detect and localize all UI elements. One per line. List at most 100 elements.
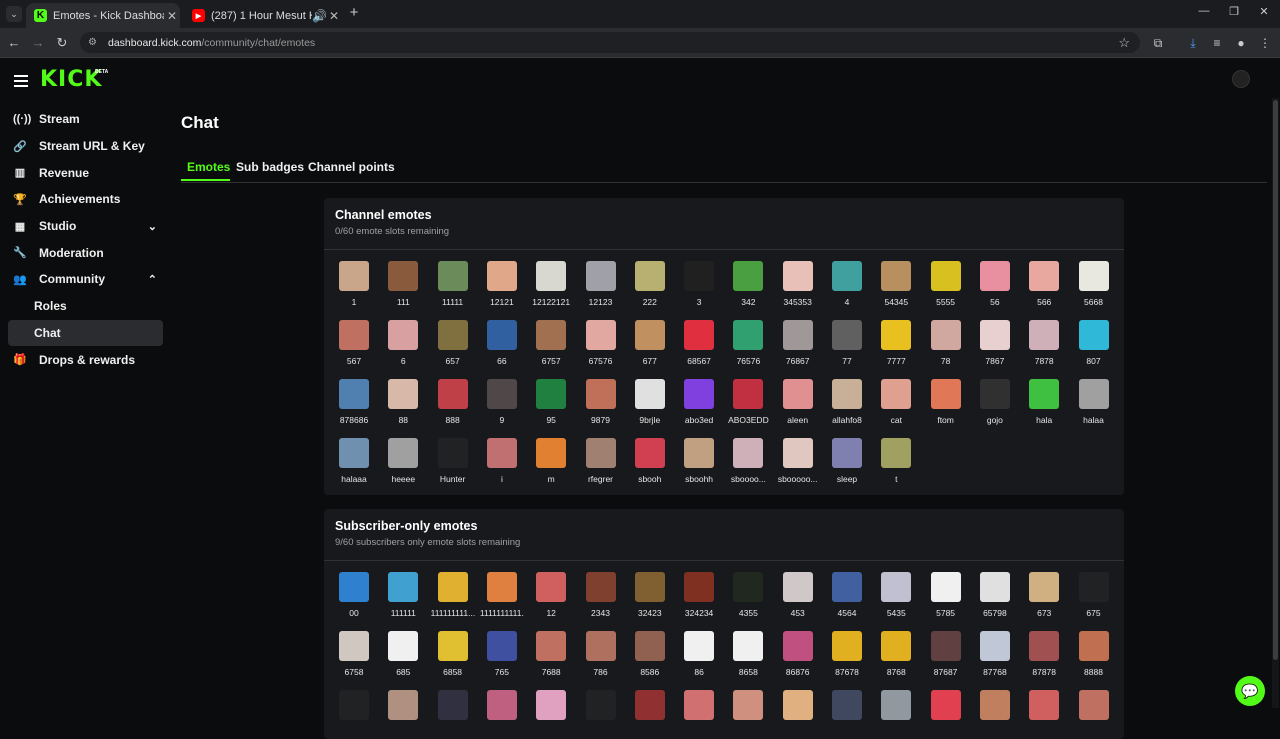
kick-logo[interactable]: KICK: [40, 67, 102, 92]
extensions-icon[interactable]: ⧉: [1150, 35, 1166, 51]
url-field[interactable]: ⚙ dashboard.kick.com/community/chat/emot…: [80, 32, 1140, 53]
emote-item[interactable]: [381, 690, 425, 726]
emote-item[interactable]: 77: [825, 320, 869, 366]
emote-item[interactable]: 765: [480, 631, 524, 677]
emote-item[interactable]: t: [874, 438, 918, 484]
back-icon[interactable]: ←: [6, 35, 22, 51]
emote-item[interactable]: [677, 690, 721, 726]
sidebar-item-moderation[interactable]: 🔧 Moderation: [8, 239, 163, 266]
sidebar-item-community[interactable]: 👥 Community ⌃: [8, 266, 163, 293]
chevron-down-icon[interactable]: ⌄: [148, 220, 157, 233]
restore-icon[interactable]: ❐: [1223, 5, 1245, 18]
emote-item[interactable]: 345353: [776, 261, 820, 307]
emote-item[interactable]: 95: [529, 379, 573, 425]
tab-emotes[interactable]: Emotes: [187, 160, 230, 174]
emote-item[interactable]: [332, 690, 376, 726]
emote-item[interactable]: 9brjle: [628, 379, 672, 425]
emote-item[interactable]: 6758: [332, 631, 376, 677]
emote-item[interactable]: abo3ed: [677, 379, 721, 425]
emote-item[interactable]: rfegrer: [579, 438, 623, 484]
emote-item[interactable]: sbooh: [628, 438, 672, 484]
emote-item[interactable]: [1022, 690, 1066, 726]
sidebar-item-stream[interactable]: ((·)) Stream: [8, 106, 163, 133]
emote-item[interactable]: [776, 690, 820, 726]
emote-item[interactable]: [529, 690, 573, 726]
sidebar-item-drops-rewards[interactable]: 🎁 Drops & rewards: [8, 346, 163, 373]
emote-item[interactable]: ABO3EDD: [726, 379, 770, 425]
sidebar-item-revenue[interactable]: ▥ Revenue: [8, 159, 163, 186]
close-icon[interactable]: ✕: [164, 9, 180, 23]
emote-item[interactable]: 12123: [579, 261, 623, 307]
emote-item[interactable]: 00: [332, 572, 376, 618]
emote-item[interactable]: [825, 690, 869, 726]
emote-item[interactable]: 5785: [924, 572, 968, 618]
emote-item[interactable]: [628, 690, 672, 726]
emote-item[interactable]: 675: [1072, 572, 1116, 618]
emote-item[interactable]: 86876: [776, 631, 820, 677]
emote-item[interactable]: 453: [776, 572, 820, 618]
emote-item[interactable]: [726, 690, 770, 726]
emote-item[interactable]: 888: [431, 379, 475, 425]
sidebar-item-chat[interactable]: Chat: [8, 319, 163, 347]
emote-item[interactable]: 5435: [874, 572, 918, 618]
window-close-icon[interactable]: ✕: [1253, 5, 1275, 18]
emote-item[interactable]: 54345: [874, 261, 918, 307]
emote-item[interactable]: 12121: [480, 261, 524, 307]
emote-item[interactable]: m: [529, 438, 573, 484]
scrollbar-thumb[interactable]: [1273, 100, 1278, 660]
emote-item[interactable]: 324234: [677, 572, 721, 618]
sidebar-item-roles[interactable]: Roles: [8, 293, 163, 320]
emote-item[interactable]: 12: [529, 572, 573, 618]
emote-item[interactable]: i: [480, 438, 524, 484]
emote-item[interactable]: 807: [1072, 320, 1116, 366]
emote-item[interactable]: 1111111111...: [480, 572, 524, 618]
emote-item[interactable]: 8768: [874, 631, 918, 677]
emote-item[interactable]: halaaa: [332, 438, 376, 484]
emote-item[interactable]: 67576: [579, 320, 623, 366]
emote-item[interactable]: 4355: [726, 572, 770, 618]
emote-item[interactable]: 3: [677, 261, 721, 307]
emote-item[interactable]: hala: [1022, 379, 1066, 425]
emote-item[interactable]: 65798: [973, 572, 1017, 618]
emote-item[interactable]: Hunter: [431, 438, 475, 484]
emote-item[interactable]: 76576: [726, 320, 770, 366]
emote-item[interactable]: 2343: [579, 572, 623, 618]
emote-item[interactable]: 4: [825, 261, 869, 307]
emote-item[interactable]: [973, 690, 1017, 726]
emote-item[interactable]: 342: [726, 261, 770, 307]
browser-tab-active[interactable]: K Emotes - Kick Dashboard ✕: [26, 3, 180, 28]
emote-item[interactable]: 111111111...: [431, 572, 475, 618]
emote-item[interactable]: 5668: [1072, 261, 1116, 307]
emote-item[interactable]: aleen: [776, 379, 820, 425]
emote-item[interactable]: 76867: [776, 320, 820, 366]
menu-icon[interactable]: ⋮: [1257, 35, 1273, 51]
avatar[interactable]: [1232, 70, 1250, 88]
emote-item[interactable]: 87768: [973, 631, 1017, 677]
emote-item[interactable]: 7878: [1022, 320, 1066, 366]
emote-item[interactable]: [924, 690, 968, 726]
emote-item[interactable]: 32423: [628, 572, 672, 618]
emote-item[interactable]: 4564: [825, 572, 869, 618]
emote-item[interactable]: 7777: [874, 320, 918, 366]
emote-item[interactable]: 222: [628, 261, 672, 307]
bookmark-star-icon[interactable]: ☆: [1118, 35, 1130, 51]
emote-item[interactable]: 878686: [332, 379, 376, 425]
emote-item[interactable]: 111111: [381, 572, 425, 618]
emote-item[interactable]: 56: [973, 261, 1017, 307]
emote-item[interactable]: 566: [1022, 261, 1066, 307]
emote-item[interactable]: 8658: [726, 631, 770, 677]
emote-item[interactable]: [579, 690, 623, 726]
emote-item[interactable]: 6757: [529, 320, 573, 366]
emote-item[interactable]: 87687: [924, 631, 968, 677]
emote-item[interactable]: 12122121: [529, 261, 573, 307]
emote-item[interactable]: 567: [332, 320, 376, 366]
speaker-icon[interactable]: 🔊: [312, 9, 327, 23]
profile-icon[interactable]: ●: [1233, 35, 1249, 51]
emote-item[interactable]: 5555: [924, 261, 968, 307]
chevron-up-icon[interactable]: ⌃: [148, 273, 157, 286]
emote-item[interactable]: 78: [924, 320, 968, 366]
emote-item[interactable]: sleep: [825, 438, 869, 484]
close-icon[interactable]: ✕: [326, 9, 342, 23]
emote-item[interactable]: sboohh: [677, 438, 721, 484]
emote-item[interactable]: heeee: [381, 438, 425, 484]
